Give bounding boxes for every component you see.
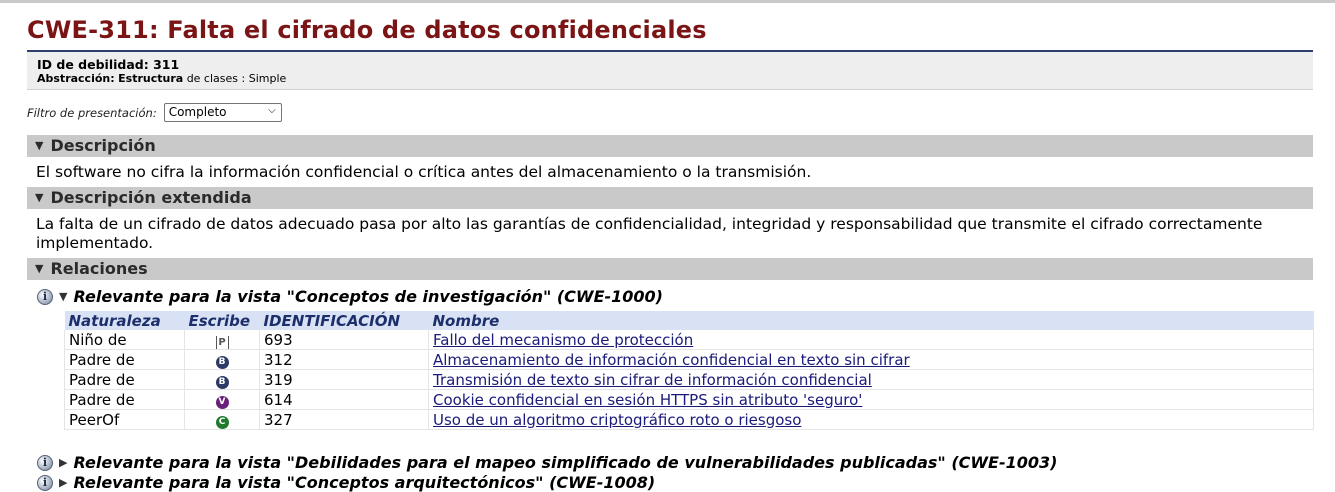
cwe-link[interactable]: Cookie confidencial en sesión HTTPS sin … [433, 391, 862, 409]
table-row: Padre de B 312 Almacenamiento de informa… [64, 349, 1314, 370]
column-header[interactable]: Naturaleza [64, 311, 185, 330]
class-icon: C [215, 416, 229, 429]
table-row: PeerOf C 327 Uso de un algoritmo criptog… [64, 409, 1314, 430]
table-row: Padre de B 319 Transmisión de texto sin … [64, 369, 1314, 390]
abstraction-line: Abstracción: Estructura de clases : Simp… [37, 72, 287, 85]
triangle-right-icon: ▶ [59, 456, 68, 469]
description-text: El software no cifra la información conf… [36, 163, 812, 181]
view-cwe-1008[interactable]: i ▶ Relevante para la vista "Conceptos a… [37, 473, 655, 492]
presentation-filter: Filtro de presentación: Completo ⌵ [27, 103, 282, 122]
cwe-link[interactable]: Uso de un algoritmo criptográfico roto o… [433, 411, 801, 429]
column-header[interactable]: Nombre [428, 311, 1314, 330]
cwe-link[interactable]: Fallo del mecanismo de protección [433, 331, 693, 349]
triangle-right-icon: ▶ [59, 476, 68, 489]
cwe-link[interactable]: Almacenamiento de información confidenci… [433, 351, 910, 369]
triangle-down-icon: ▼ [35, 262, 44, 275]
table-row: Padre de V 614 Cookie confidencial en se… [64, 389, 1314, 410]
filter-label: Filtro de presentación: [27, 105, 157, 120]
info-icon[interactable]: i [37, 454, 53, 471]
base-icon: B [215, 376, 229, 389]
pillar-icon: P [215, 335, 229, 349]
triangle-down-icon: ▼ [59, 290, 68, 303]
page: CWE-311: Falta el cifrado de datos confi… [27, 3, 1314, 492]
chevron-down-icon: ⌵ [268, 105, 276, 116]
relations-table: Naturaleza Escribe IDENTIFICACIÓN Nombre… [64, 311, 1314, 430]
section-description-header[interactable]: ▼ Descripción [27, 135, 1313, 157]
column-header[interactable]: Escribe [184, 311, 260, 330]
variant-icon: V [215, 396, 229, 409]
cwe-link[interactable]: Transmisión de texto sin cifrar de infor… [433, 371, 872, 389]
info-icon[interactable]: i [37, 288, 53, 305]
triangle-down-icon: ▼ [35, 139, 44, 152]
table-row: Niño de P 693 Fallo del mecanismo de pro… [64, 330, 1314, 350]
section-relations-header[interactable]: ▼ Relaciones [27, 258, 1313, 280]
section-extended-header[interactable]: ▼ Descripción extendida [27, 187, 1313, 209]
base-icon: B [215, 356, 229, 369]
id-box: ID de debilidad: 311 Abstracción: Estruc… [27, 52, 1313, 90]
view-cwe-1000[interactable]: i ▼ Relevante para la vista "Conceptos d… [37, 287, 663, 306]
info-icon[interactable]: i [37, 474, 53, 491]
column-header[interactable]: IDENTIFICACIÓN [259, 311, 429, 330]
filter-select[interactable]: Completo ⌵ [163, 103, 282, 122]
view-cwe-1003[interactable]: i ▶ Relevante para la vista "Debilidades… [37, 453, 1057, 472]
triangle-down-icon: ▼ [35, 191, 44, 204]
table-header-row: Naturaleza Escribe IDENTIFICACIÓN Nombre [64, 311, 1314, 330]
extended-description-text: La falta de un cifrado de datos adecuado… [36, 215, 1263, 252]
page-title: CWE-311: Falta el cifrado de datos confi… [27, 16, 707, 44]
weakness-id: ID de debilidad: 311 [37, 57, 180, 72]
